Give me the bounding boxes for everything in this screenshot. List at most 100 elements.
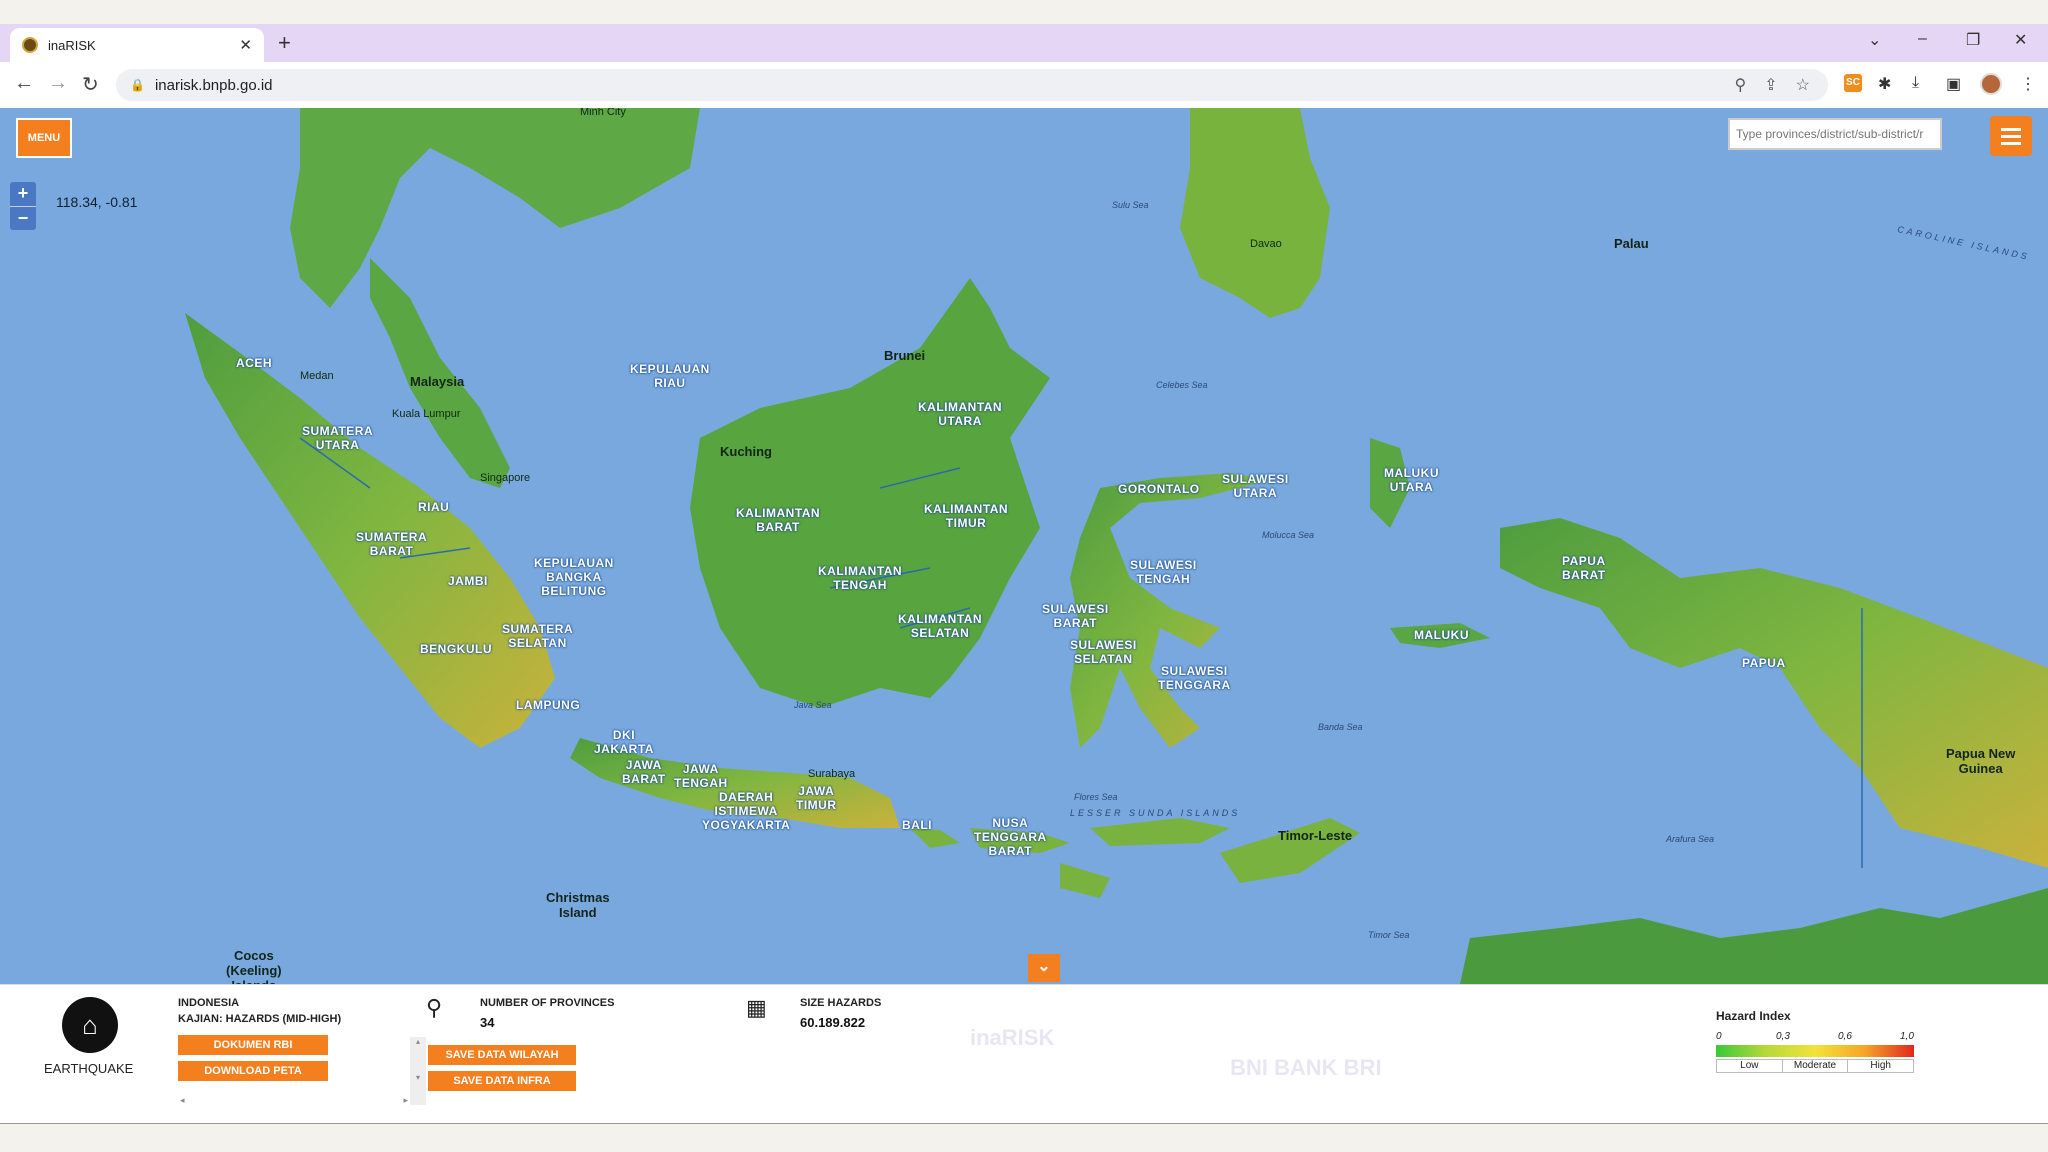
province-kalimantan-barat: KALIMANTAN BARAT [736,506,821,534]
label-christmas-island: Christmas Island [546,890,610,920]
province-jawa-barat: JAWA BARAT [622,758,666,786]
province-sulawesi-tenggara: SULAWESI TENGGARA [1158,664,1231,692]
cursor-coordinates: 118.34, -0.81 [56,194,138,210]
label-medan: Medan [300,370,334,382]
legend-category: Moderate [1783,1060,1849,1072]
partner-logos-watermark: inaRISK BNI BANK BRI [590,1025,1490,1085]
download-peta-button[interactable]: DOWNLOAD PETA [178,1061,328,1081]
info-panel: inaRISK BNI BANK BRI ⌂ EARTHQUAKE INDONE… [0,984,2048,1124]
size-hazards-title: SIZE HAZARDS [800,997,882,1009]
profile-avatar[interactable] [1980,73,2002,95]
zoom-search-icon[interactable]: ⚲ [1735,75,1747,95]
new-tab-button[interactable]: + [278,30,291,56]
vertical-scrollbar[interactable]: ▴ ▾ [410,1037,426,1105]
tab-title: inaRISK [48,37,96,53]
province-maluku-utara: MALUKU UTARA [1384,466,1439,494]
size-hazards-value: 60.189.822 [800,1015,866,1030]
province-ntb: NUSA TENGGARA BARAT [974,816,1047,858]
map-pin-icon: ⚲ [426,995,443,1020]
indochina-land [290,108,700,308]
tab-close-icon[interactable]: ✕ [239,36,252,54]
legend-category: Low [1717,1060,1783,1072]
zoom-in-button[interactable]: + [10,182,36,206]
province-jawa-timur: JAWA TIMUR [796,784,837,812]
legend-tick: 0 [1716,1031,1722,1042]
restore-icon[interactable]: ❐ [1966,30,1980,50]
lock-icon: 🔒 [130,78,145,92]
download-icon[interactable]: ⤓ [1912,74,1919,92]
legend-tick: 1,0 [1900,1031,1914,1042]
browser-tab-strip: inaRISK ✕ + ⌄ – ❐ ✕ [0,24,2048,62]
faded-partners: BNI BANK BRI [1230,1055,1382,1080]
label-surabaya: Surabaya [808,768,856,780]
hazard-index-legend: Hazard Index 0 0,3 0,6 1,0 Low Moderate … [1710,1005,1926,1093]
extension-sc-icon[interactable]: SC [1844,74,1862,92]
forward-icon[interactable]: → [48,72,68,95]
url-text: inarisk.bnpb.go.id [154,76,273,94]
provinces-count-value: 34 [480,1015,495,1030]
inarisk-favicon-icon [22,37,38,53]
label-celebes-sea: Celebes Sea [1156,380,1208,390]
province-bengkulu: BENGKULU [420,642,492,656]
label-kuching: Kuching [720,444,772,459]
bookmark-star-icon[interactable]: ☆ [1796,75,1810,95]
browser-tab[interactable]: inaRISK ✕ [10,28,264,62]
label-java-sea: Java Sea [794,700,832,710]
province-sulawesi-barat: SULAWESI BARAT [1042,602,1109,630]
province-bali: BALI [902,818,932,832]
back-icon[interactable]: ← [14,72,34,95]
province-kalimantan-timur: KALIMANTAN TIMUR [924,502,1009,530]
legend-tick: 0,3 [1776,1031,1790,1042]
collapse-panel-button[interactable]: ⌄ [1028,954,1060,982]
chevrons-down-icon: ⌄ [1037,958,1051,975]
address-bar[interactable]: 🔒 inarisk.bnpb.go.id ⚲ ⇪ ☆ [116,69,1828,101]
extensions-puzzle-icon[interactable]: ✱ [1878,74,1891,94]
legend-category: High [1870,1060,1891,1071]
tab-search-icon[interactable]: ⌄ [1868,30,1881,50]
province-jawa-tengah: JAWA TENGAH [674,762,728,790]
province-sulawesi-selatan: SULAWESI SELATAN [1070,638,1137,666]
malay-peninsula-land [370,258,510,488]
province-sumatera-selatan: SUMATERA SELATAN [502,622,574,650]
label-sulu-sea: Sulu Sea [1112,200,1149,210]
reload-icon[interactable]: ↻ [82,72,99,97]
province-bangka-belitung: KEPULAUAN BANGKA BELITUNG [534,556,614,598]
region-name: INDONESIA [178,997,240,1009]
menu-button[interactable]: MENU [16,118,72,158]
side-panel-icon[interactable]: ▣ [1946,74,1961,94]
province-kepulauan-riau: KEPULAUAN RIAU [630,362,710,390]
province-sulawesi-utara: SULAWESI UTARA [1222,472,1289,500]
save-data-wilayah-button[interactable]: SAVE DATA WILAYAH [428,1045,576,1065]
zoom-out-button[interactable]: − [10,206,36,230]
province-jambi: JAMBI [448,574,488,588]
earthquake-icon: ⌂ [62,997,118,1053]
study-name: KAJIAN: HAZARDS (MID-HIGH) [178,1013,342,1025]
hazard-label: EARTHQUAKE [44,1061,134,1076]
province-diy: DAERAH ISTIMEWA YOGYAKARTA [702,790,791,832]
label-timor-sea: Timor Sea [1368,930,1410,940]
label-cocos-islands: Cocos (Keeling) Islands [226,948,282,984]
dokumen-rbi-button[interactable]: DOKUMEN RBI [178,1035,328,1055]
borneo-land [690,278,1050,708]
map-fold-icon: ▦ [746,995,767,1020]
province-kalimantan-tengah: KALIMANTAN TENGAH [818,564,903,592]
province-riau: RIAU [418,500,450,514]
layers-menu-button[interactable] [1990,116,2032,156]
province-papua: PAPUA [1742,656,1786,670]
label-palau: Palau [1614,236,1649,251]
province-papua-barat: PAPUA BARAT [1562,554,1606,582]
legend-color-ramp [1716,1045,1914,1057]
save-data-infra-button[interactable]: SAVE DATA INFRA [428,1071,576,1091]
region-search-input[interactable] [1728,118,1942,150]
horizontal-scrollbar[interactable]: ◂ ▸ [180,1095,408,1105]
minimize-icon[interactable]: – [1918,30,1927,48]
label-timor-leste: Timor-Leste [1278,828,1353,843]
label-ho-chi-minh: Minh City [580,108,626,118]
browser-menu-icon[interactable]: ⋮ [2020,74,2036,94]
hazard-map[interactable]: Malaysia Kuala Lumpur Medan Singapore Ku… [0,108,2048,984]
hamburger-icon [2001,127,2021,131]
browser-toolbar: ← → ↻ 🔒 inarisk.bnpb.go.id ⚲ ⇪ ☆ SC ✱ ⤓ … [0,62,2048,108]
close-window-icon[interactable]: ✕ [2014,30,2027,50]
share-icon[interactable]: ⇪ [1764,75,1777,95]
legend-tick: 0,6 [1838,1031,1852,1042]
